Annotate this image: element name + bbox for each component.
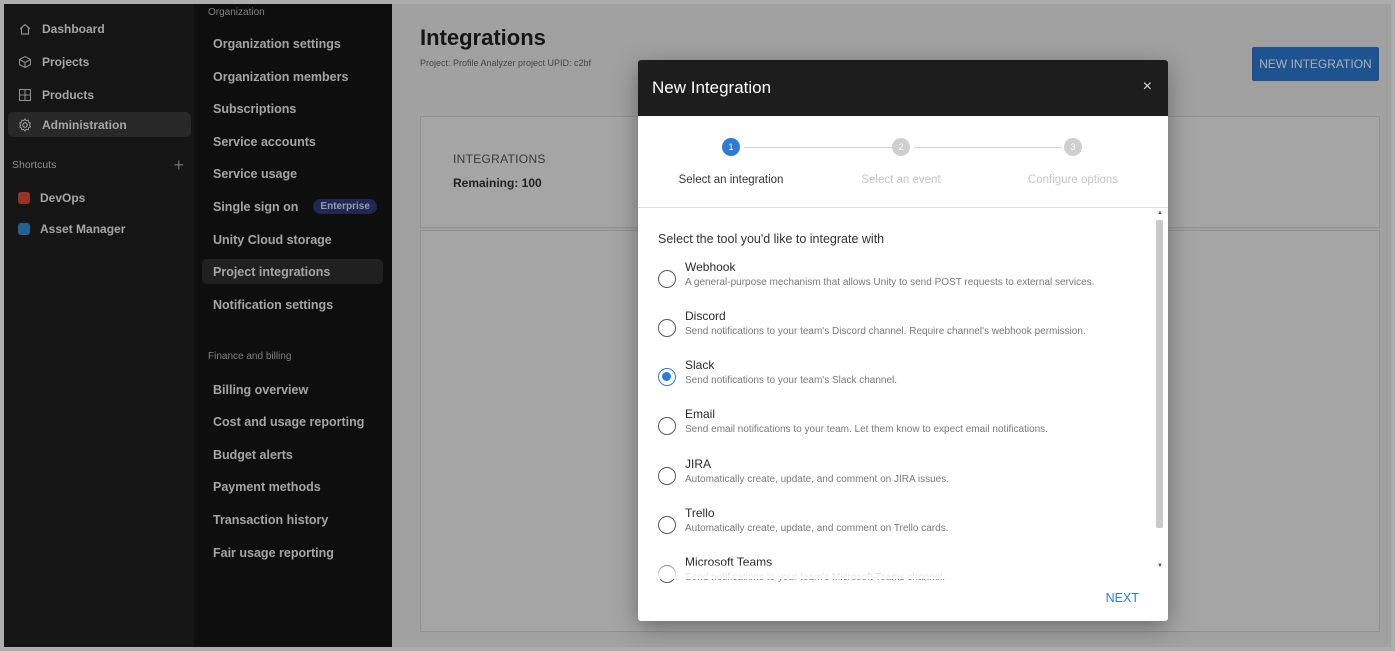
close-icon[interactable]: × — [1143, 78, 1152, 96]
option-slack[interactable]: Slack Send notifications to your team's … — [658, 358, 1148, 398]
step-2-indicator: 2 — [892, 138, 910, 156]
dialog-header: New Integration — [638, 60, 1168, 116]
option-name: Email — [685, 407, 716, 421]
option-name: Discord — [685, 309, 726, 323]
list-fade — [638, 565, 1168, 579]
radio-button[interactable] — [658, 417, 676, 435]
radio-button[interactable] — [658, 467, 676, 485]
option-description: Send notifications to your team's Slack … — [685, 375, 898, 386]
scroll-down-arrow-icon[interactable]: ▼ — [1157, 563, 1163, 569]
option-jira[interactable]: JIRA Automatically create, update, and c… — [658, 457, 1148, 497]
scroll-up-arrow-icon[interactable]: ▲ — [1157, 210, 1163, 216]
radio-button[interactable] — [658, 319, 676, 337]
step-connector — [744, 147, 892, 148]
step-1-label: Select an integration — [678, 174, 784, 186]
step-connector — [914, 147, 1062, 148]
next-button[interactable]: NEXT — [1106, 591, 1139, 605]
option-name: JIRA — [685, 457, 712, 471]
option-description: A general-purpose mechanism that allows … — [685, 277, 1095, 288]
option-name: Webhook — [685, 260, 736, 274]
integration-list-title: Select the tool you'd like to integrate … — [658, 232, 885, 246]
step-1-indicator: 1 — [722, 138, 740, 156]
step-3-label: Configure options — [1027, 174, 1119, 186]
step-2-label: Select an event — [861, 174, 941, 186]
option-email[interactable]: Email Send email notifications to your t… — [658, 407, 1148, 447]
stepper-divider — [638, 207, 1168, 208]
step-3-indicator: 3 — [1064, 138, 1082, 156]
radio-button-selected[interactable] — [658, 368, 676, 386]
option-name: Trello — [685, 506, 715, 520]
option-description: Automatically create, update, and commen… — [685, 523, 949, 534]
radio-button[interactable] — [658, 516, 676, 534]
app-frame: Dashboard Projects Products Administrati… — [0, 0, 1395, 651]
option-name: Slack — [685, 358, 715, 372]
option-description: Send notifications to your team's Discor… — [685, 326, 1086, 337]
option-description: Send email notifications to your team. L… — [685, 424, 1048, 435]
option-description: Automatically create, update, and commen… — [685, 474, 950, 485]
new-integration-dialog: New Integration × 1 2 3 Select an integr… — [638, 60, 1168, 621]
dialog-title: New Integration — [652, 78, 772, 97]
option-trello[interactable]: Trello Automatically create, update, and… — [658, 506, 1148, 546]
option-webhook[interactable]: Webhook A general-purpose mechanism that… — [658, 260, 1148, 300]
option-discord[interactable]: Discord Send notifications to your team'… — [658, 309, 1148, 349]
scrollbar-thumb[interactable] — [1156, 220, 1163, 528]
radio-button[interactable] — [658, 270, 676, 288]
